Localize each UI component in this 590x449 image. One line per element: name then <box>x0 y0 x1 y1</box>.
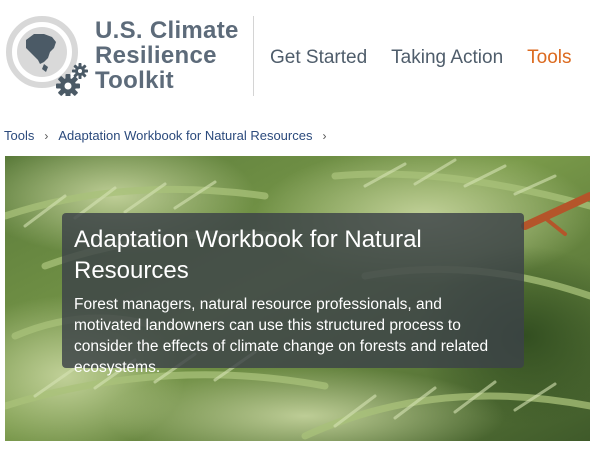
logo-line-2: Resilience <box>95 42 217 69</box>
nav-get-started[interactable]: Get Started <box>270 47 367 69</box>
nav-tools[interactable]: Tools <box>527 47 571 69</box>
logo-line-3: Toolkit <box>95 67 174 94</box>
breadcrumb: Tools › Adaptation Workbook for Natural … <box>4 128 336 143</box>
breadcrumb-current-page[interactable]: Adaptation Workbook for Natural Resource… <box>58 128 312 143</box>
site-header: U.S. Climate Resilience Toolkit Get Star… <box>0 0 590 112</box>
north-america-gear-icon[interactable] <box>4 12 88 96</box>
hero-description: Forest managers, natural resource profes… <box>74 296 489 376</box>
site-logo-text[interactable]: U.S. Climate Resilience Toolkit <box>95 18 239 93</box>
breadcrumb-tools[interactable]: Tools <box>4 128 34 143</box>
breadcrumb-separator: › <box>322 128 327 143</box>
logo-line-1: U.S. Climate <box>95 17 239 44</box>
hero-banner: Adaptation Workbook for Natural Resource… <box>5 156 590 441</box>
page-title: Adaptation Workbook for Natural Resource… <box>74 226 422 284</box>
hero-text-box: Adaptation Workbook for Natural Resource… <box>62 213 524 376</box>
main-nav: Get Started Taking Action Tools <box>270 47 572 69</box>
nav-taking-action[interactable]: Taking Action <box>391 47 503 69</box>
header-divider <box>253 16 254 96</box>
breadcrumb-separator: › <box>44 128 49 143</box>
